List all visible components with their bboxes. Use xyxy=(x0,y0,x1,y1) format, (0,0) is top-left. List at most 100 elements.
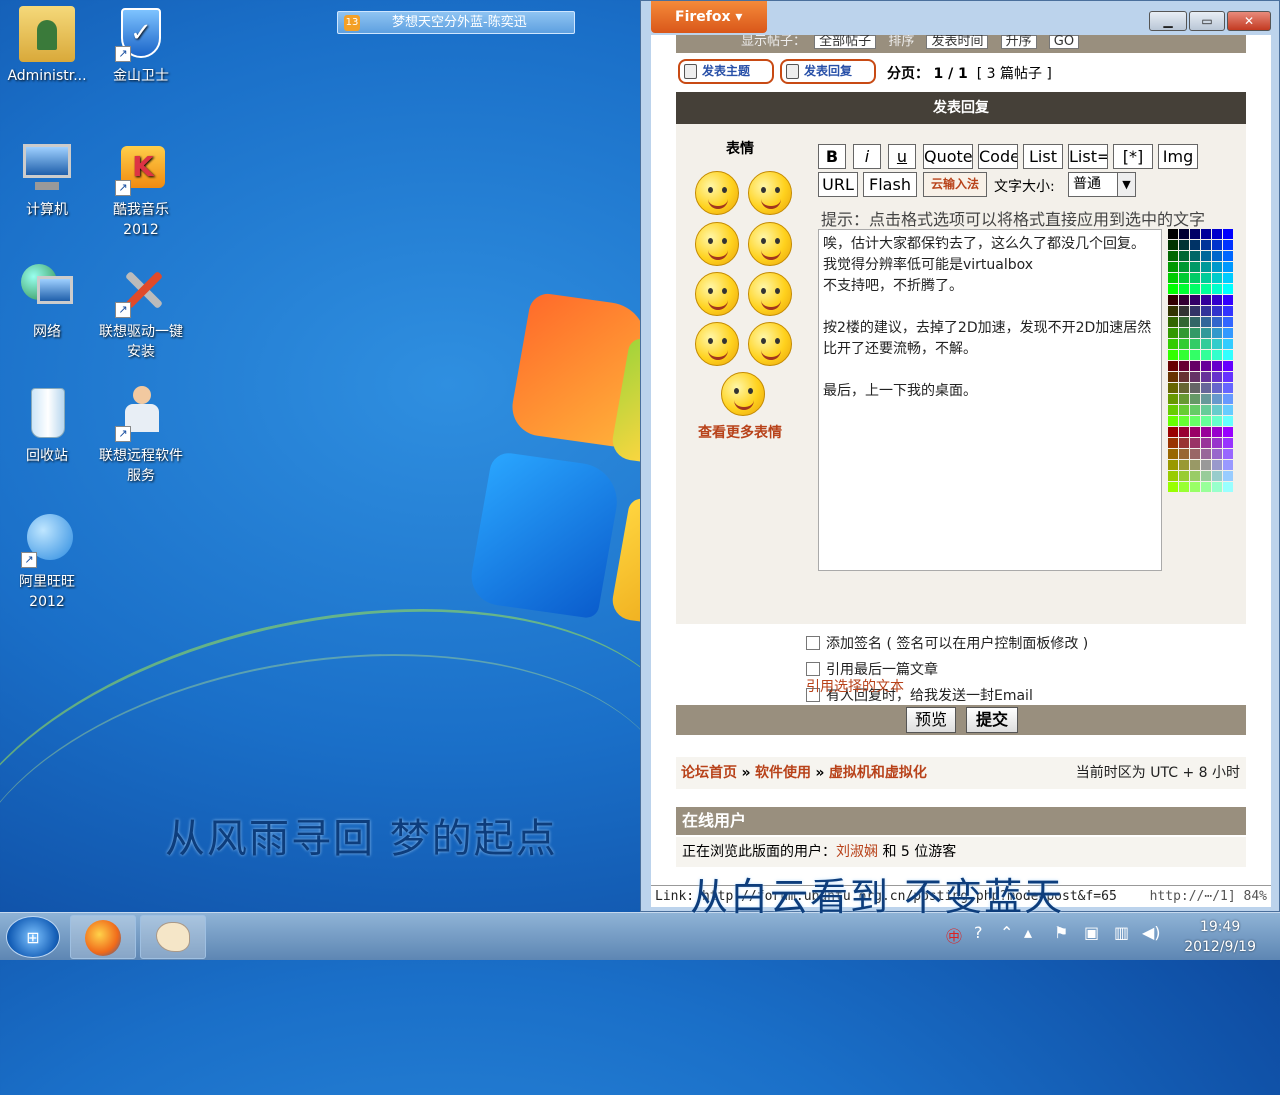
color-swatch[interactable] xyxy=(1190,471,1200,481)
color-swatch[interactable] xyxy=(1190,262,1200,272)
taskbar-firefox[interactable] xyxy=(70,915,136,959)
color-swatch[interactable] xyxy=(1223,284,1233,294)
clock[interactable]: 19:49 2012/9/19 xyxy=(1184,917,1256,957)
color-swatch[interactable] xyxy=(1179,317,1189,327)
color-swatch[interactable] xyxy=(1168,460,1178,470)
color-swatch[interactable] xyxy=(1201,317,1211,327)
color-swatch[interactable] xyxy=(1201,383,1211,393)
color-swatch[interactable] xyxy=(1223,350,1233,360)
volume-icon[interactable]: ◀) xyxy=(1142,923,1161,942)
reply-button[interactable]: 发表回复 xyxy=(780,59,876,84)
color-swatch[interactable] xyxy=(1201,438,1211,448)
color-swatch[interactable] xyxy=(1212,416,1222,426)
color-swatch[interactable] xyxy=(1223,273,1233,283)
color-swatch[interactable] xyxy=(1201,262,1211,272)
emoticon-wink[interactable] xyxy=(695,222,739,266)
color-swatch[interactable] xyxy=(1201,229,1211,239)
desktop-icon-network[interactable]: 网络 xyxy=(0,262,94,342)
color-swatch[interactable] xyxy=(1212,339,1222,349)
color-swatch[interactable] xyxy=(1179,438,1189,448)
music-notification[interactable]: 13 梦想天空分外蓝-陈奕迅 xyxy=(337,11,575,34)
emoticon-smile[interactable] xyxy=(695,171,739,215)
color-swatch[interactable] xyxy=(1201,471,1211,481)
color-swatch[interactable] xyxy=(1223,328,1233,338)
color-swatch[interactable] xyxy=(1179,295,1189,305)
display-posts-select[interactable]: 全部帖子 xyxy=(814,35,877,49)
color-swatch[interactable] xyxy=(1223,262,1233,272)
color-swatch[interactable] xyxy=(1223,306,1233,316)
submit-button[interactable]: 提交 xyxy=(966,707,1018,733)
color-swatch[interactable] xyxy=(1223,295,1233,305)
color-swatch[interactable] xyxy=(1179,306,1189,316)
color-swatch[interactable] xyxy=(1212,251,1222,261)
color-swatch[interactable] xyxy=(1179,284,1189,294)
color-swatch[interactable] xyxy=(1223,427,1233,437)
color-swatch[interactable] xyxy=(1212,383,1222,393)
firefox-menu-button[interactable]: Firefox ▾ xyxy=(651,1,767,33)
color-swatch[interactable] xyxy=(1190,394,1200,404)
close-button[interactable]: ✕ xyxy=(1227,11,1271,31)
color-swatch[interactable] xyxy=(1212,306,1222,316)
color-swatch[interactable] xyxy=(1223,405,1233,415)
color-swatch[interactable] xyxy=(1168,416,1178,426)
color-swatch[interactable] xyxy=(1179,328,1189,338)
color-swatch[interactable] xyxy=(1223,372,1233,382)
color-swatch[interactable] xyxy=(1168,229,1178,239)
color-swatch[interactable] xyxy=(1190,273,1200,283)
emoticon-smirk[interactable] xyxy=(748,322,792,366)
color-swatch[interactable] xyxy=(1168,405,1178,415)
color-swatch[interactable] xyxy=(1179,416,1189,426)
quote-selected-link[interactable]: 引用选择的文本 xyxy=(806,676,904,696)
color-swatch[interactable] xyxy=(1168,317,1178,327)
list-item-button[interactable]: [*] xyxy=(1113,144,1153,169)
color-swatch[interactable] xyxy=(1168,262,1178,272)
color-swatch[interactable] xyxy=(1179,449,1189,459)
color-swatch[interactable] xyxy=(1179,471,1189,481)
color-swatch[interactable] xyxy=(1168,339,1178,349)
taskbar-paint[interactable] xyxy=(140,915,206,959)
color-swatch[interactable] xyxy=(1190,284,1200,294)
code-button[interactable]: Code xyxy=(978,144,1018,169)
color-swatch[interactable] xyxy=(1179,273,1189,283)
color-swatch[interactable] xyxy=(1179,262,1189,272)
color-swatch[interactable] xyxy=(1179,383,1189,393)
device-icon[interactable]: ▣ xyxy=(1084,923,1099,942)
sort-by-select[interactable]: 发表时间 xyxy=(926,35,989,49)
emoticon-shout[interactable] xyxy=(695,272,739,316)
color-swatch[interactable] xyxy=(1201,416,1211,426)
color-swatch[interactable] xyxy=(1190,416,1200,426)
color-swatch[interactable] xyxy=(1190,350,1200,360)
flash-button[interactable]: Flash xyxy=(863,172,917,197)
color-swatch[interactable] xyxy=(1223,251,1233,261)
ime-tray-icon[interactable]: ㊥ xyxy=(946,923,962,947)
color-swatch[interactable] xyxy=(1201,339,1211,349)
color-swatch[interactable] xyxy=(1212,284,1222,294)
color-swatch[interactable] xyxy=(1179,350,1189,360)
help-tray-icon[interactable]: ? xyxy=(974,923,983,942)
color-swatch[interactable] xyxy=(1179,339,1189,349)
color-swatch[interactable] xyxy=(1212,427,1222,437)
emoticon-big-grin[interactable] xyxy=(695,322,739,366)
color-swatch[interactable] xyxy=(1168,295,1178,305)
online-user-link[interactable]: 刘淑娴 xyxy=(836,844,878,860)
url-button[interactable]: URL xyxy=(818,172,858,197)
list-button[interactable]: List xyxy=(1023,144,1063,169)
color-swatch[interactable] xyxy=(1223,229,1233,239)
color-swatch[interactable] xyxy=(1168,482,1178,492)
color-swatch[interactable] xyxy=(1212,361,1222,371)
action-center-icon[interactable]: ⚑ xyxy=(1054,923,1068,942)
color-swatch[interactable] xyxy=(1168,394,1178,404)
emoticon-dizzy[interactable] xyxy=(721,372,765,416)
emoticon-grin-sweat[interactable] xyxy=(748,272,792,316)
color-swatch[interactable] xyxy=(1212,460,1222,470)
color-swatch[interactable] xyxy=(1212,372,1222,382)
color-swatch[interactable] xyxy=(1212,482,1222,492)
color-swatch[interactable] xyxy=(1168,240,1178,250)
color-swatch[interactable] xyxy=(1201,482,1211,492)
start-button[interactable]: ⊞ xyxy=(6,916,60,958)
color-swatch[interactable] xyxy=(1168,306,1178,316)
color-swatch[interactable] xyxy=(1201,449,1211,459)
color-swatch[interactable] xyxy=(1212,262,1222,272)
desktop-icon-aliwangwang[interactable]: ↗ 阿里旺旺 2012 xyxy=(0,512,94,612)
color-swatch[interactable] xyxy=(1168,251,1178,261)
